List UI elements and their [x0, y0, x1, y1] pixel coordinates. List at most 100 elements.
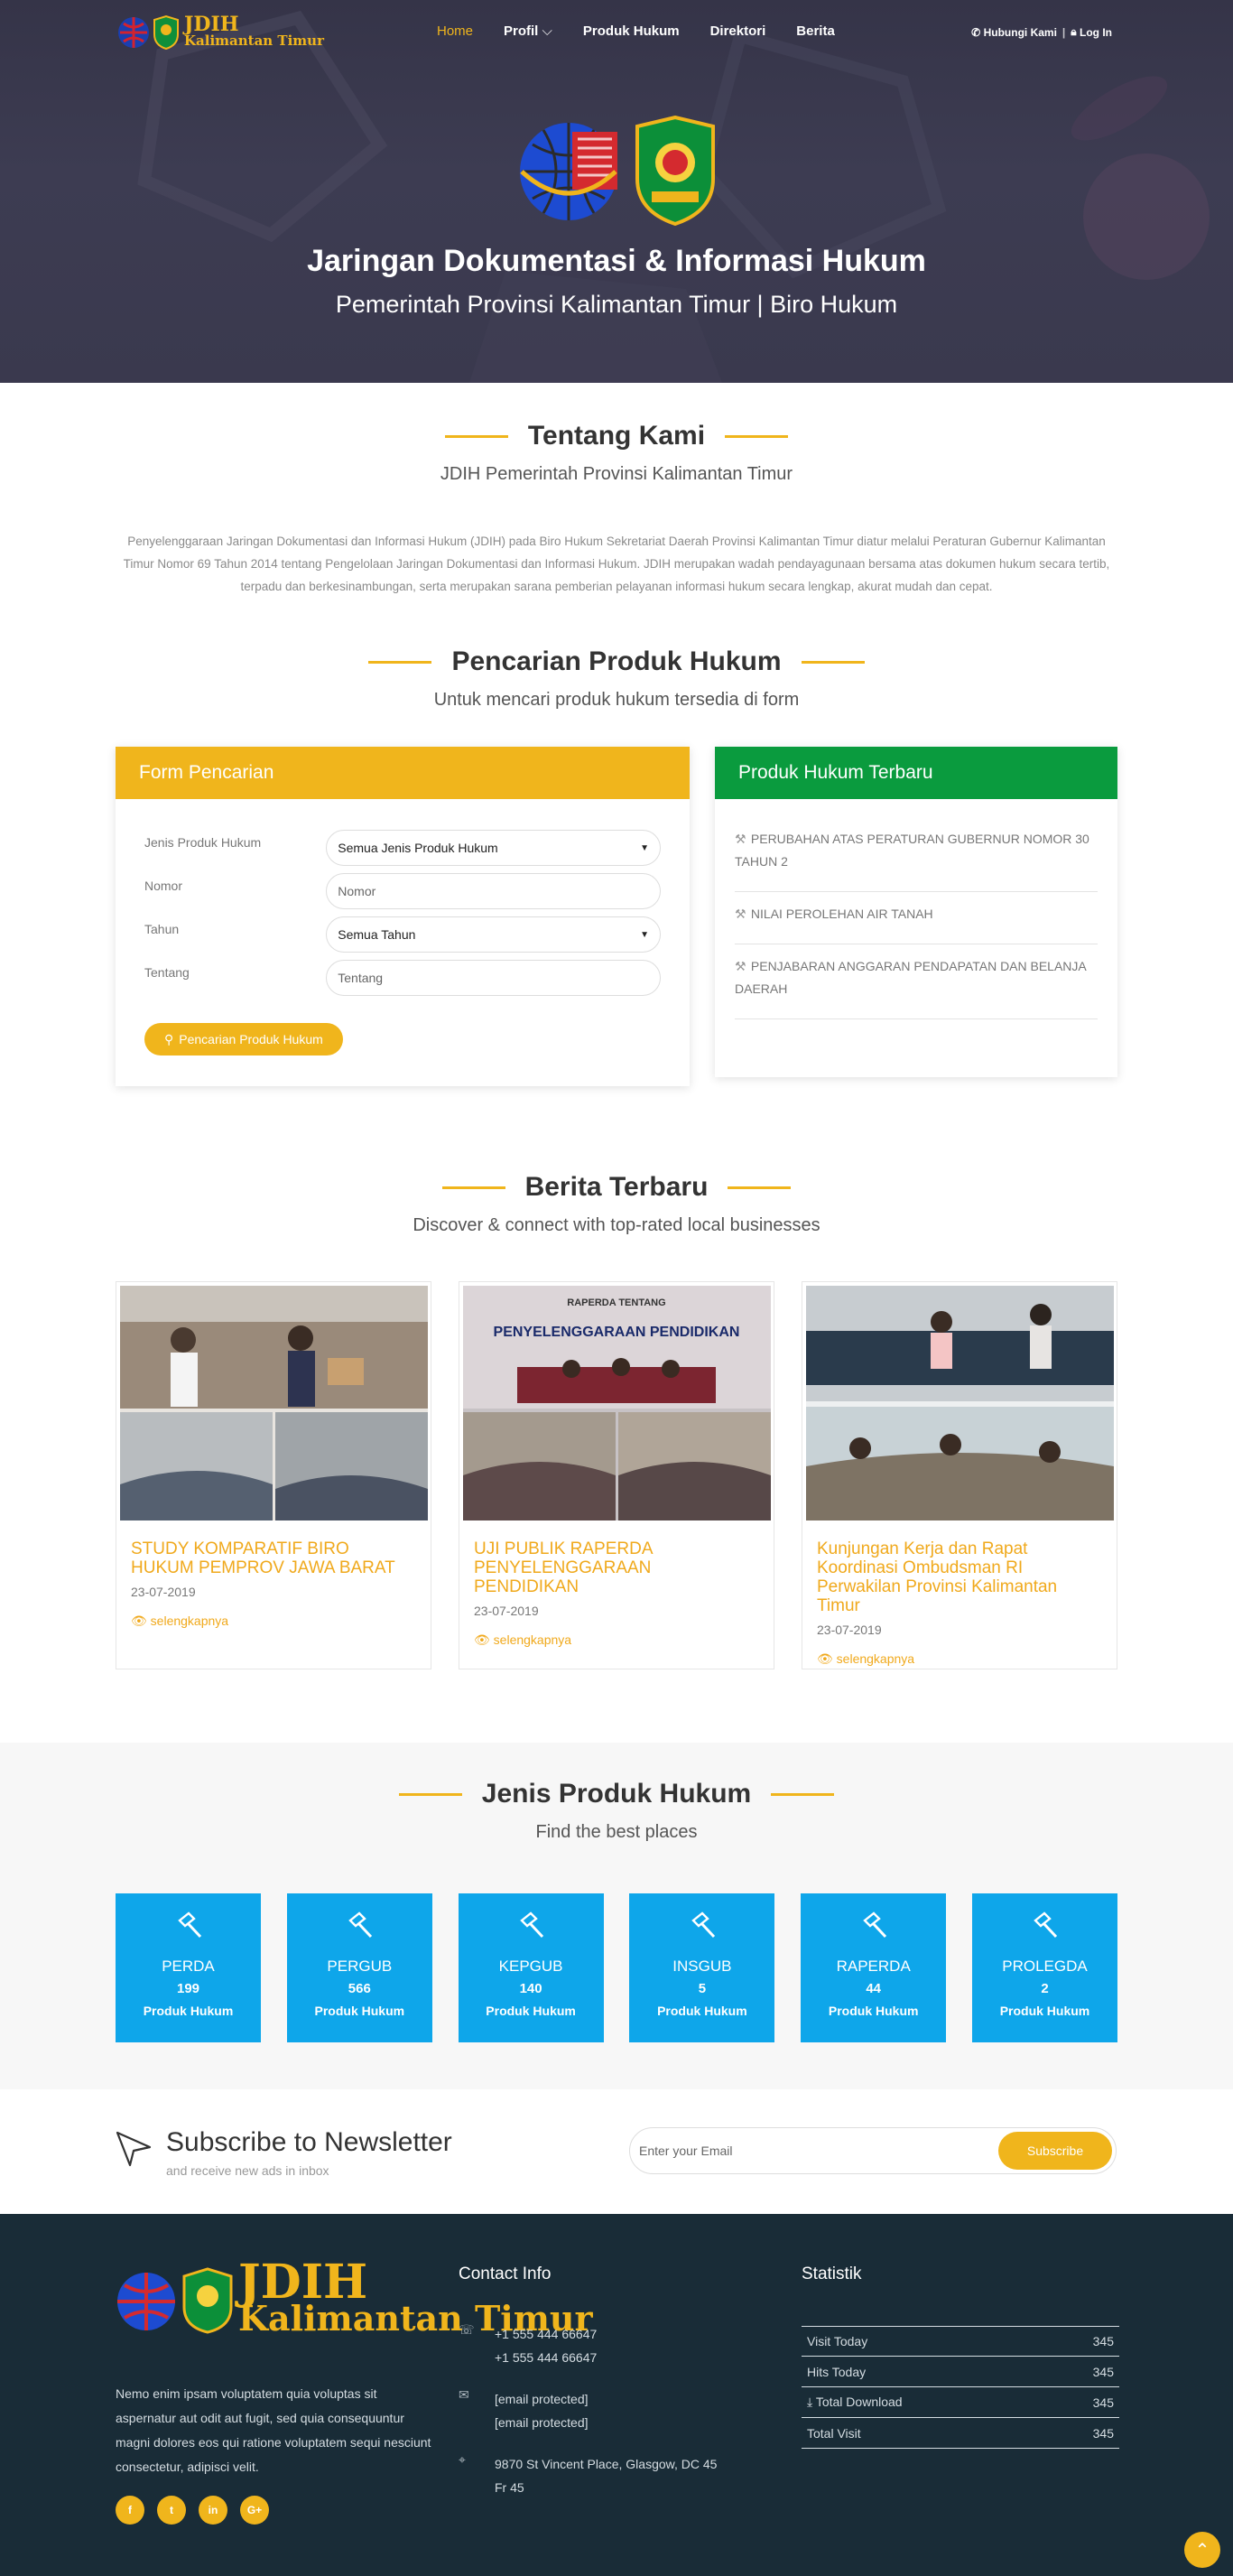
hero-section: JDIH Kalimantan Timur Home Profil ⌵ Prod…: [0, 0, 1233, 383]
nav-direktori[interactable]: Direktori: [710, 23, 766, 39]
news-title: Berita Terbaru: [422, 1172, 811, 1203]
news-subtitle: Discover & connect with top-rated local …: [413, 1215, 820, 1235]
tahun-select[interactable]: Semua Tahun ▼: [326, 916, 661, 953]
province-shield-icon: [182, 2267, 233, 2334]
contact-link[interactable]: Hubungi Kami: [984, 26, 1057, 39]
tahun-label: Tahun: [144, 922, 180, 936]
site-footer: JDIH Kalimantan Timur Nemo enim ipsam vo…: [0, 2214, 1233, 2576]
subscribe-button[interactable]: Subscribe: [998, 2132, 1112, 2170]
province-shield-icon: [635, 116, 715, 226]
search-button[interactable]: ⚲ Pencarian Produk Hukum: [144, 1023, 343, 1056]
phone-number[interactable]: +1 555 444 66647: [495, 2322, 597, 2346]
hammer-icon: [459, 1911, 604, 1945]
twitter-icon[interactable]: t: [157, 2496, 186, 2525]
legal-type-label: Produk Hukum: [999, 2004, 1090, 2018]
email-input[interactable]: [639, 2144, 998, 2158]
hammer-icon: [629, 1911, 774, 1945]
hammer-icon: [801, 1911, 946, 1945]
latest-products-panel: Produk Hukum Terbaru ⚒︎ PERUBAHAN ATAS P…: [715, 747, 1117, 1077]
nav-berita[interactable]: Berita: [796, 23, 835, 39]
linkedin-icon[interactable]: in: [199, 2496, 227, 2525]
stats-row: Hits Today 345: [802, 2357, 1119, 2387]
envelope-icon: ✉: [459, 2387, 469, 2402]
latest-product-title: PERUBAHAN ATAS PERATURAN GUBERNUR NOMOR …: [735, 832, 1089, 869]
address-line: 9870 St Vincent Place, Glasgow, DC 45: [495, 2457, 718, 2471]
chevron-up-icon: ⌃: [1194, 2540, 1210, 2561]
site-logo[interactable]: JDIH Kalimantan Timur: [116, 14, 324, 51]
newsletter-title: Subscribe to Newsletter: [166, 2127, 452, 2157]
search-icon: ⚲: [164, 1031, 174, 1046]
eye-icon: 👁︎: [817, 1651, 833, 1666]
news-banner-line1: RAPERDA TENTANG: [567, 1297, 665, 1308]
legal-type-label: Produk Hukum: [143, 2004, 234, 2018]
read-more-link[interactable]: 👁︎ selengkapnya: [474, 1632, 759, 1648]
about-section: Tentang Kami JDIH Pemerintah Provinsi Ka…: [0, 383, 1233, 627]
stat-label: Hits Today: [807, 2364, 867, 2379]
latest-product-item[interactable]: ⚒︎ PERUBAHAN ATAS PERATURAN GUBERNUR NOM…: [735, 817, 1098, 892]
tentang-input[interactable]: [326, 960, 661, 996]
news-title[interactable]: STUDY KOMPARATIF BIRO HUKUM PEMPROV JAWA…: [131, 1539, 416, 1577]
download-icon: ⤓: [807, 2395, 813, 2409]
news-card[interactable]: Kunjungan Kerja dan Rapat Koordinasi Omb…: [802, 1281, 1117, 1669]
newsletter-section: Subscribe to Newsletter and receive new …: [0, 2089, 1233, 2214]
login-link[interactable]: Log In: [1080, 26, 1112, 39]
latest-product-item[interactable]: ⚒︎ NILAI PEROLEHAN AIR TANAH: [735, 892, 1098, 944]
email-address[interactable]: [email protected]: [495, 2411, 589, 2434]
legal-type-card[interactable]: PROLEGDA 2 Produk Hukum: [971, 1893, 1117, 2042]
stat-label: Visit Today: [807, 2334, 868, 2348]
about-subtitle: JDIH Pemerintah Provinsi Kalimantan Timu…: [440, 464, 793, 484]
scroll-to-top-button[interactable]: ⌃: [1184, 2532, 1220, 2568]
stats-title: Statistik: [802, 2264, 862, 2283]
legal-type-card[interactable]: INSGUB 5 Produk Hukum: [629, 1893, 775, 2042]
logo-subtitle: Kalimantan Timur: [184, 33, 324, 49]
search-form-title: Form Pencarian: [116, 747, 690, 799]
nav-produk-hukum[interactable]: Produk Hukum: [583, 23, 680, 39]
legal-type-card[interactable]: KEPGUB 140 Produk Hukum: [458, 1893, 604, 2042]
jenis-select[interactable]: Semua Jenis Produk Hukum ▼: [326, 830, 661, 866]
nomor-input[interactable]: [326, 873, 661, 909]
map-pin-icon: ⌖: [459, 2452, 466, 2467]
stats-row: Total Visit 345: [802, 2418, 1119, 2449]
divider: |: [1061, 25, 1066, 39]
about-description: Penyelenggaraan Jaringan Dokumentasi dan…: [123, 535, 1110, 593]
email-address[interactable]: [email protected]: [495, 2387, 589, 2411]
legal-type-name: PERDA: [162, 1958, 215, 1975]
legal-types-title: Jenis Produk Hukum: [379, 1779, 854, 1809]
news-card[interactable]: RAPERDA TENTANG PENYELENGGARAAN PENDIDIK…: [459, 1281, 774, 1669]
contact-title: Contact Info: [459, 2264, 552, 2283]
globe-emblem-icon: [520, 123, 617, 220]
facebook-icon[interactable]: f: [116, 2496, 144, 2525]
search-section: Pencarian Produk Hukum Untuk mencari pro…: [0, 627, 1233, 1172]
hammer-icon: [116, 1911, 261, 1945]
news-section: Berita Terbaru Discover & connect with t…: [0, 1172, 1233, 1743]
read-more-link[interactable]: 👁︎ selengkapnya: [817, 1651, 1102, 1667]
hero-subtitle: Pemerintah Provinsi Kalimantan Timur | B…: [335, 291, 898, 318]
legal-type-label: Produk Hukum: [486, 2004, 576, 2018]
legal-type-name: RAPERDA: [836, 1958, 911, 1975]
read-more-link[interactable]: 👁︎ selengkapnya: [131, 1613, 416, 1629]
nav-profil[interactable]: Profil ⌵: [504, 23, 552, 39]
news-card[interactable]: STUDY KOMPARATIF BIRO HUKUM PEMPROV JAWA…: [116, 1281, 431, 1669]
legal-type-card[interactable]: RAPERDA 44 Produk Hukum: [801, 1893, 947, 2042]
legal-type-name: PERGUB: [327, 1958, 393, 1975]
latest-product-title: PENJABARAN ANGGARAN PENDAPATAN DAN BELAN…: [735, 959, 1086, 996]
legal-type-card[interactable]: PERGUB 566 Produk Hukum: [286, 1893, 432, 2042]
hammer-icon: [972, 1911, 1117, 1945]
latest-product-item[interactable]: ⚒︎ PENJABARAN ANGGARAN PENDAPATAN DAN BE…: [735, 944, 1098, 1019]
address-line: Fr 45: [495, 2480, 524, 2495]
nav-profil-label: Profil: [504, 23, 539, 39]
province-shield-icon: [153, 14, 179, 51]
search-form-panel: Form Pencarian Jenis Produk Hukum Semua …: [116, 747, 690, 1086]
nomor-label: Nomor: [144, 879, 183, 893]
news-title[interactable]: UJI PUBLIK RAPERDA PENYELENGGARAAN PENDI…: [474, 1539, 759, 1596]
phone-number[interactable]: +1 555 444 66647: [495, 2346, 597, 2369]
nav-home[interactable]: Home: [437, 23, 473, 39]
google-plus-icon[interactable]: G+: [240, 2496, 269, 2525]
news-image: [806, 1286, 1114, 1520]
legal-types-section: Jenis Produk Hukum Find the best places …: [0, 1743, 1233, 2089]
legal-type-card[interactable]: PERDA 199 Produk Hukum: [116, 1893, 261, 2042]
legal-type-name: INSGUB: [672, 1958, 732, 1975]
gavel-icon: ⚒︎: [735, 907, 746, 921]
news-title[interactable]: Kunjungan Kerja dan Rapat Koordinasi Omb…: [817, 1539, 1102, 1615]
news-banner-line2: PENYELENGGARAAN PENDIDIKAN: [494, 1325, 740, 1340]
